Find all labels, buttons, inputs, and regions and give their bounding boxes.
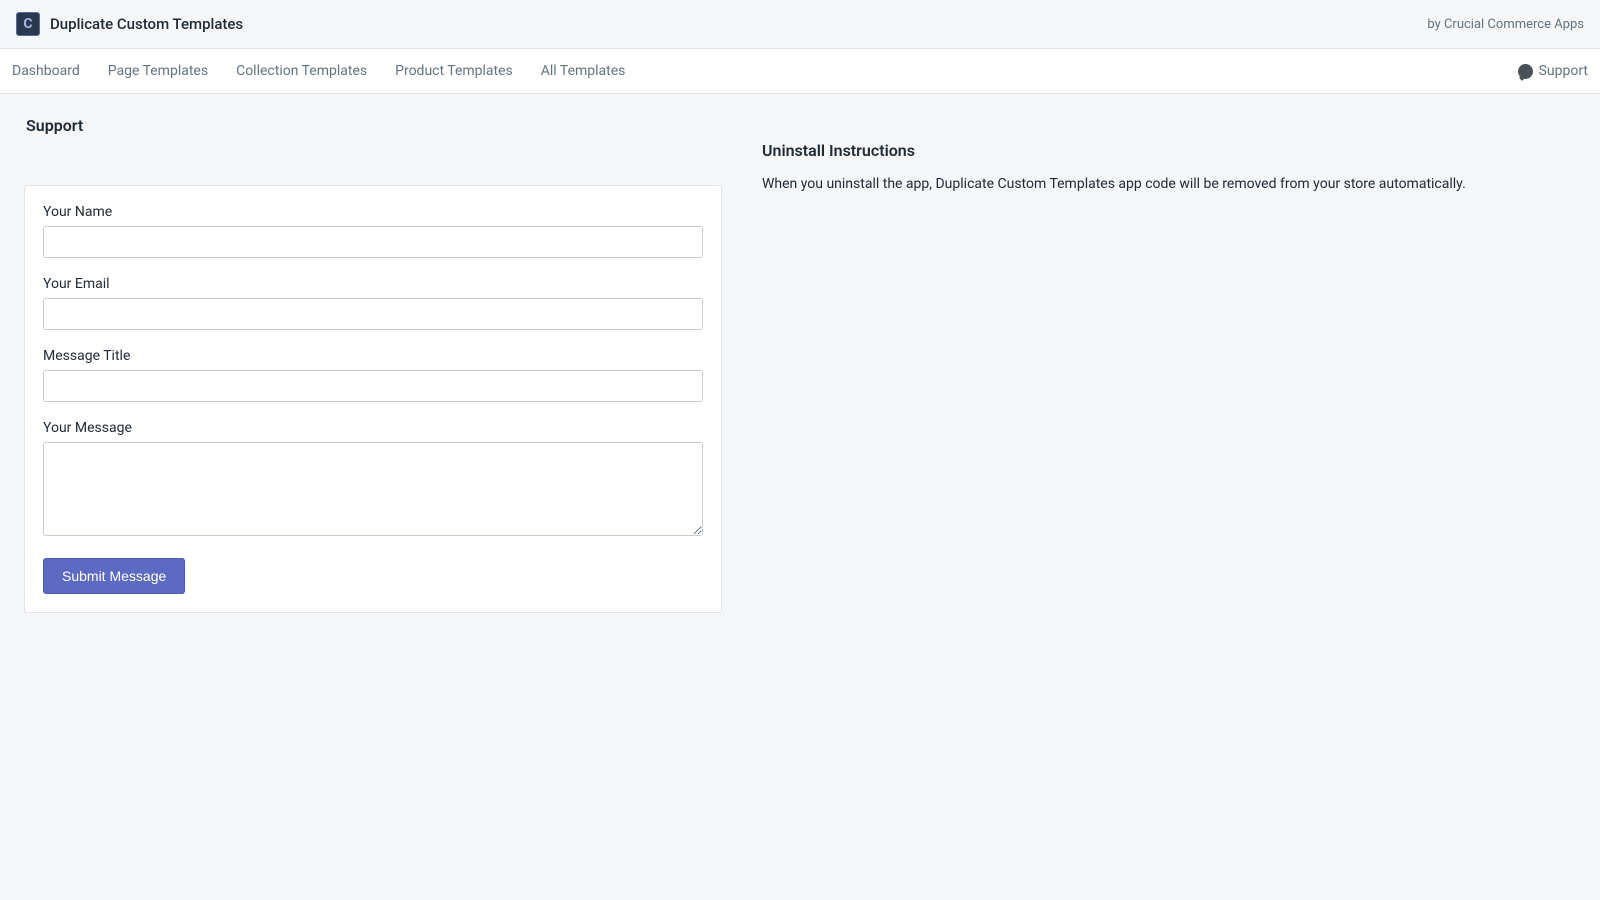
email-input[interactable]: [43, 298, 703, 330]
message-title-input[interactable]: [43, 370, 703, 402]
nav-support-label: Support: [1539, 63, 1588, 79]
uninstall-title: Uninstall Instructions: [762, 141, 1576, 160]
right-column: Uninstall Instructions When you uninstal…: [762, 116, 1576, 195]
header-by-line: by Crucial Commerce Apps: [1427, 17, 1584, 32]
uninstall-text: When you uninstall the app, Duplicate Cu…: [762, 174, 1576, 195]
nav-item-collection-templates[interactable]: Collection Templates: [236, 63, 367, 79]
app-title: Duplicate Custom Templates: [50, 15, 243, 33]
page-title: Support: [24, 116, 722, 135]
support-form-card: Your Name Your Email Message Title Your …: [24, 185, 722, 613]
nav-support-link[interactable]: Support: [1518, 63, 1588, 79]
nav-item-product-templates[interactable]: Product Templates: [395, 63, 513, 79]
left-column: Support Your Name Your Email Message Tit…: [24, 116, 722, 613]
message-textarea[interactable]: [43, 442, 703, 536]
name-input[interactable]: [43, 226, 703, 258]
app-header: C Duplicate Custom Templates by Crucial …: [0, 0, 1600, 49]
email-label: Your Email: [43, 276, 703, 292]
submit-button[interactable]: Submit Message: [43, 558, 185, 594]
app-logo-icon: C: [16, 12, 40, 36]
main-nav: Dashboard Page Templates Collection Temp…: [0, 49, 1600, 94]
nav-item-dashboard[interactable]: Dashboard: [12, 63, 80, 79]
chat-icon: [1518, 64, 1533, 79]
name-label: Your Name: [43, 204, 703, 220]
nav-item-page-templates[interactable]: Page Templates: [108, 63, 208, 79]
nav-items: Dashboard Page Templates Collection Temp…: [12, 49, 625, 93]
main-content: Support Your Name Your Email Message Tit…: [2, 94, 1598, 635]
message-label: Your Message: [43, 420, 703, 436]
header-left: C Duplicate Custom Templates: [16, 12, 243, 36]
nav-item-all-templates[interactable]: All Templates: [541, 63, 626, 79]
message-title-label: Message Title: [43, 348, 703, 364]
